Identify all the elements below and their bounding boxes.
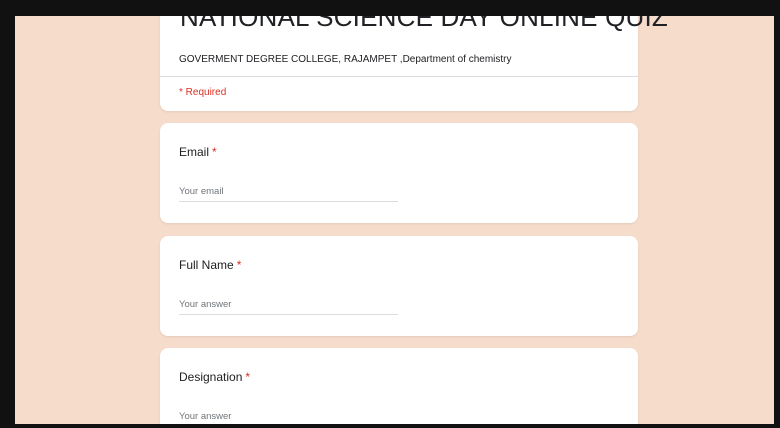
- frame-border-left: [0, 0, 15, 428]
- full-name-input[interactable]: [179, 294, 398, 315]
- screenshot-frame: NATIONAL SCIENCE DAY ONLINE QUIZ GOVERME…: [0, 0, 780, 428]
- email-input[interactable]: [179, 181, 398, 202]
- question-card-designation: Designation *: [160, 348, 638, 424]
- frame-border-right: [774, 0, 780, 428]
- question-label-designation: Designation *: [179, 370, 250, 384]
- required-note: * Required: [179, 87, 227, 98]
- form-header-card: NATIONAL SCIENCE DAY ONLINE QUIZ GOVERME…: [160, 16, 668, 111]
- required-asterisk: *: [212, 145, 217, 159]
- frame-border-top: [0, 0, 780, 16]
- question-card-email: Email *: [160, 123, 638, 223]
- frame-border-bottom: [0, 424, 780, 428]
- question-title: Full Name: [179, 258, 234, 272]
- form-title: NATIONAL SCIENCE DAY ONLINE QUIZ: [180, 16, 668, 32]
- question-card-full-name: Full Name *: [160, 236, 638, 336]
- designation-input[interactable]: [179, 406, 398, 424]
- question-label-email: Email *: [179, 145, 217, 159]
- question-title: Email: [179, 145, 210, 159]
- required-asterisk: *: [245, 370, 251, 384]
- form-page: NATIONAL SCIENCE DAY ONLINE QUIZ GOVERME…: [15, 16, 774, 424]
- question-title: Designation: [179, 370, 243, 384]
- required-asterisk: *: [236, 258, 242, 272]
- form-description: GOVERMENT DEGREE COLLEGE, RAJAMPET ,Depa…: [179, 54, 512, 65]
- question-label-full-name: Full Name *: [179, 258, 241, 272]
- header-divider: [160, 76, 638, 77]
